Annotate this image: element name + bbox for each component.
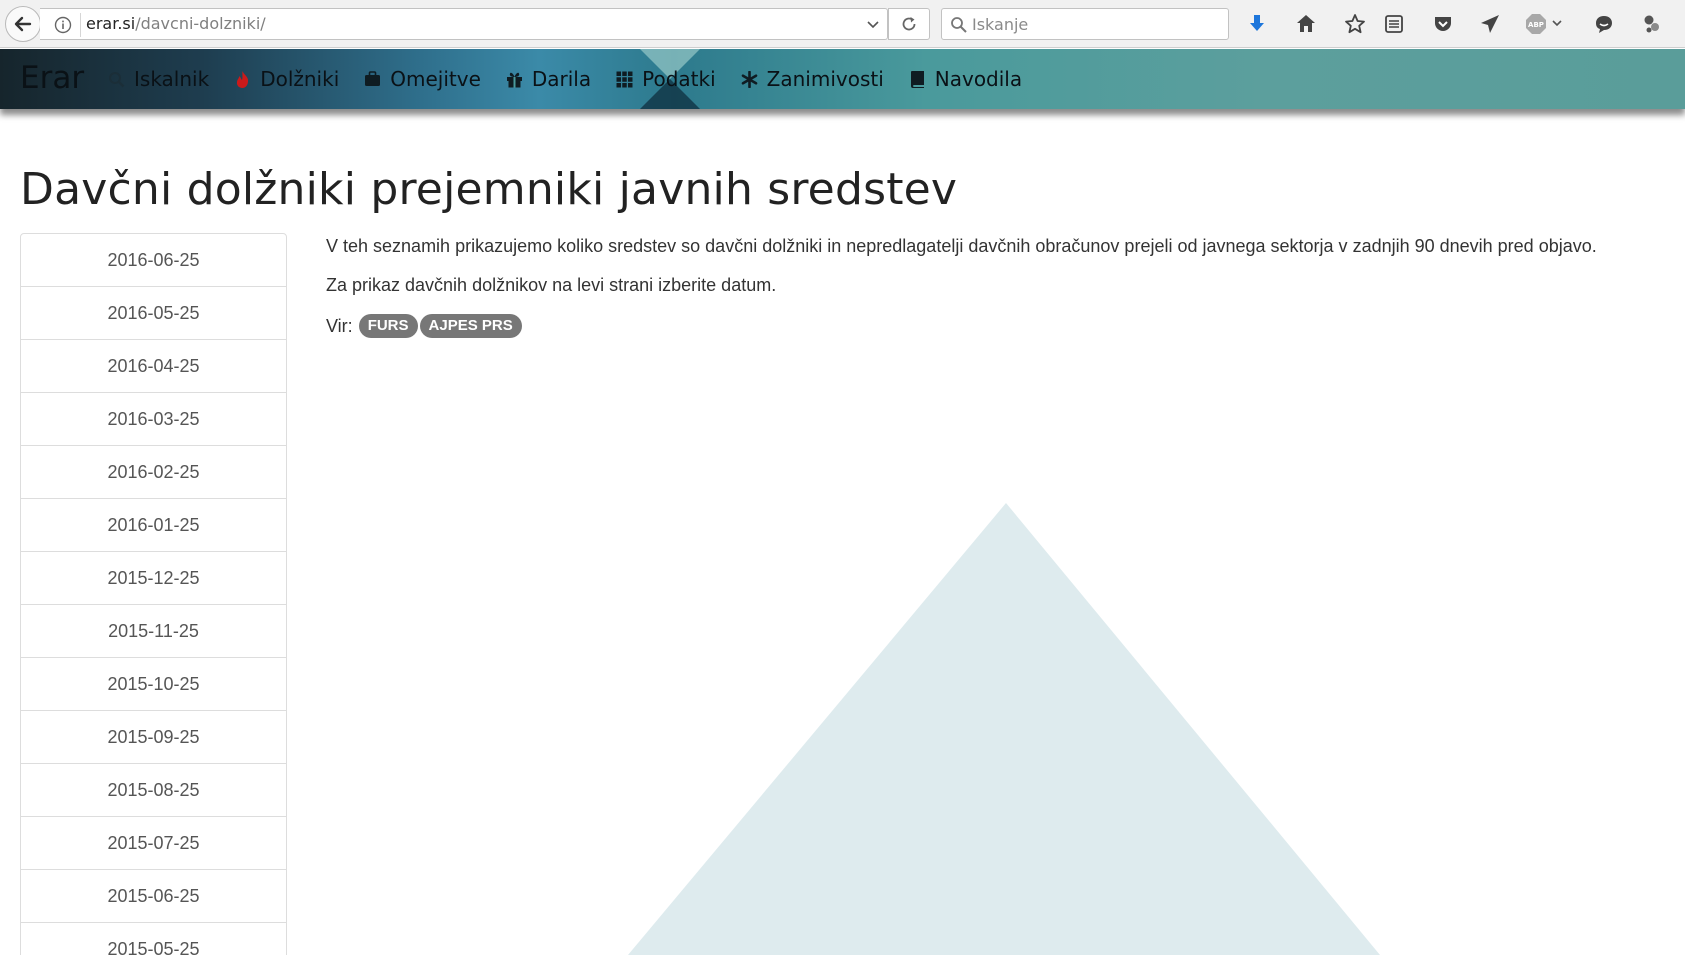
date-list-item[interactable]: 2015-07-25 (21, 817, 286, 870)
reload-button[interactable] (888, 8, 930, 40)
url-bar[interactable]: erar.si/davcni-dolzniki/ (40, 8, 888, 40)
url-host: erar.si (86, 14, 136, 33)
nav-item-label: Dolžniki (260, 67, 340, 91)
source-line: Vir: FURS AJPES PRS (326, 314, 522, 338)
background-triangle (628, 503, 1380, 955)
asterisk-icon (741, 70, 758, 88)
date-list-item[interactable]: 2016-03-25 (21, 393, 286, 446)
nav-item-label: Omejitve (390, 67, 481, 91)
source-badge-ajpes[interactable]: AJPES PRS (419, 314, 522, 338)
pocket-icon[interactable] (1429, 10, 1457, 38)
nav-item-zanimivosti[interactable]: Zanimivosti (741, 49, 884, 109)
nav-item-iskalnik[interactable]: Iskalnik (108, 49, 209, 109)
date-list-item[interactable]: 2016-02-25 (21, 446, 286, 499)
browser-search-box[interactable] (941, 8, 1229, 40)
nav-item-omejitve[interactable]: Omejitve (364, 49, 481, 109)
bookmark-star-icon[interactable] (1341, 10, 1369, 38)
page-title: Davčni dolžniki prejemniki javnih sredst… (20, 164, 958, 215)
site-brand[interactable]: Erar (20, 59, 84, 97)
nav-item-label: Darila (531, 67, 592, 91)
grid-icon (616, 71, 633, 88)
nav-item-dolzniki[interactable]: Dolžniki (234, 49, 339, 109)
nav-item-label: Iskalnik (134, 67, 210, 91)
send-icon[interactable] (1476, 10, 1504, 38)
download-icon[interactable] (1243, 10, 1271, 38)
date-list-item[interactable]: 2016-06-25 (21, 234, 286, 287)
date-list-item[interactable]: 2015-12-25 (21, 552, 286, 605)
home-icon[interactable] (1292, 10, 1320, 38)
book-icon (909, 71, 926, 88)
nav-item-label: Zanimivosti (766, 67, 884, 91)
date-list-item[interactable]: 2015-09-25 (21, 711, 286, 764)
date-list-item[interactable]: 2016-04-25 (21, 340, 286, 393)
date-list-item[interactable]: 2015-10-25 (21, 658, 286, 711)
nav-menu: Iskalnik Dolžniki Omejitve Darila Podatk… (108, 49, 1047, 109)
date-list-item[interactable]: 2015-06-25 (21, 870, 286, 923)
url-path: /davcni-dolzniki/ (135, 14, 266, 33)
date-list-item[interactable]: 2016-01-25 (21, 499, 286, 552)
reader-list-icon[interactable] (1380, 10, 1408, 38)
search-icon (108, 71, 125, 88)
gift-icon (506, 71, 523, 88)
page-description: V teh seznamih prikazujemo koliko sredst… (326, 236, 1597, 256)
date-list-item[interactable]: 2015-11-25 (21, 605, 286, 658)
back-button[interactable] (5, 6, 41, 42)
date-list-item[interactable]: 2015-05-25 (21, 923, 286, 955)
fire-icon (234, 70, 251, 88)
date-list-item[interactable]: 2016-05-25 (21, 287, 286, 340)
source-badge-furs[interactable]: FURS (358, 314, 418, 338)
nav-item-podatki[interactable]: Podatki (616, 49, 716, 109)
nav-item-navodila[interactable]: Navodila (909, 49, 1022, 109)
source-label: Vir: (326, 315, 353, 336)
browser-toolbar: erar.si/davcni-dolzniki/ Iskanje ABP (0, 0, 1685, 48)
nav-item-label: Podatki (642, 67, 716, 91)
adblock-label: ABP (1528, 21, 1544, 29)
back-arrow-icon (14, 16, 32, 32)
chevron-down-icon[interactable] (866, 18, 880, 32)
nav-item-darila[interactable]: Darila (506, 49, 591, 109)
briefcase-icon (364, 71, 381, 88)
search-icon (951, 17, 967, 33)
extension-icon[interactable] (1638, 10, 1666, 38)
adblock-icon[interactable]: ABP (1525, 10, 1565, 38)
url-separator (80, 13, 81, 37)
date-list: 2016-06-25 2016-05-25 2016-04-25 2016-03… (20, 233, 287, 955)
browser-search-input[interactable] (972, 13, 1222, 35)
site-navbar: Erar Iskalnik Dolžniki Omejitve Darila P… (0, 49, 1685, 109)
chat-icon[interactable] (1590, 10, 1618, 38)
page-instruction: Za prikaz davčnih dolžnikov na levi stra… (326, 275, 777, 295)
nav-item-label: Navodila (934, 67, 1023, 91)
info-icon[interactable] (54, 16, 72, 34)
url-text[interactable]: erar.si/davcni-dolzniki/ (86, 14, 266, 34)
reload-icon (902, 17, 916, 31)
date-list-item[interactable]: 2015-08-25 (21, 764, 286, 817)
